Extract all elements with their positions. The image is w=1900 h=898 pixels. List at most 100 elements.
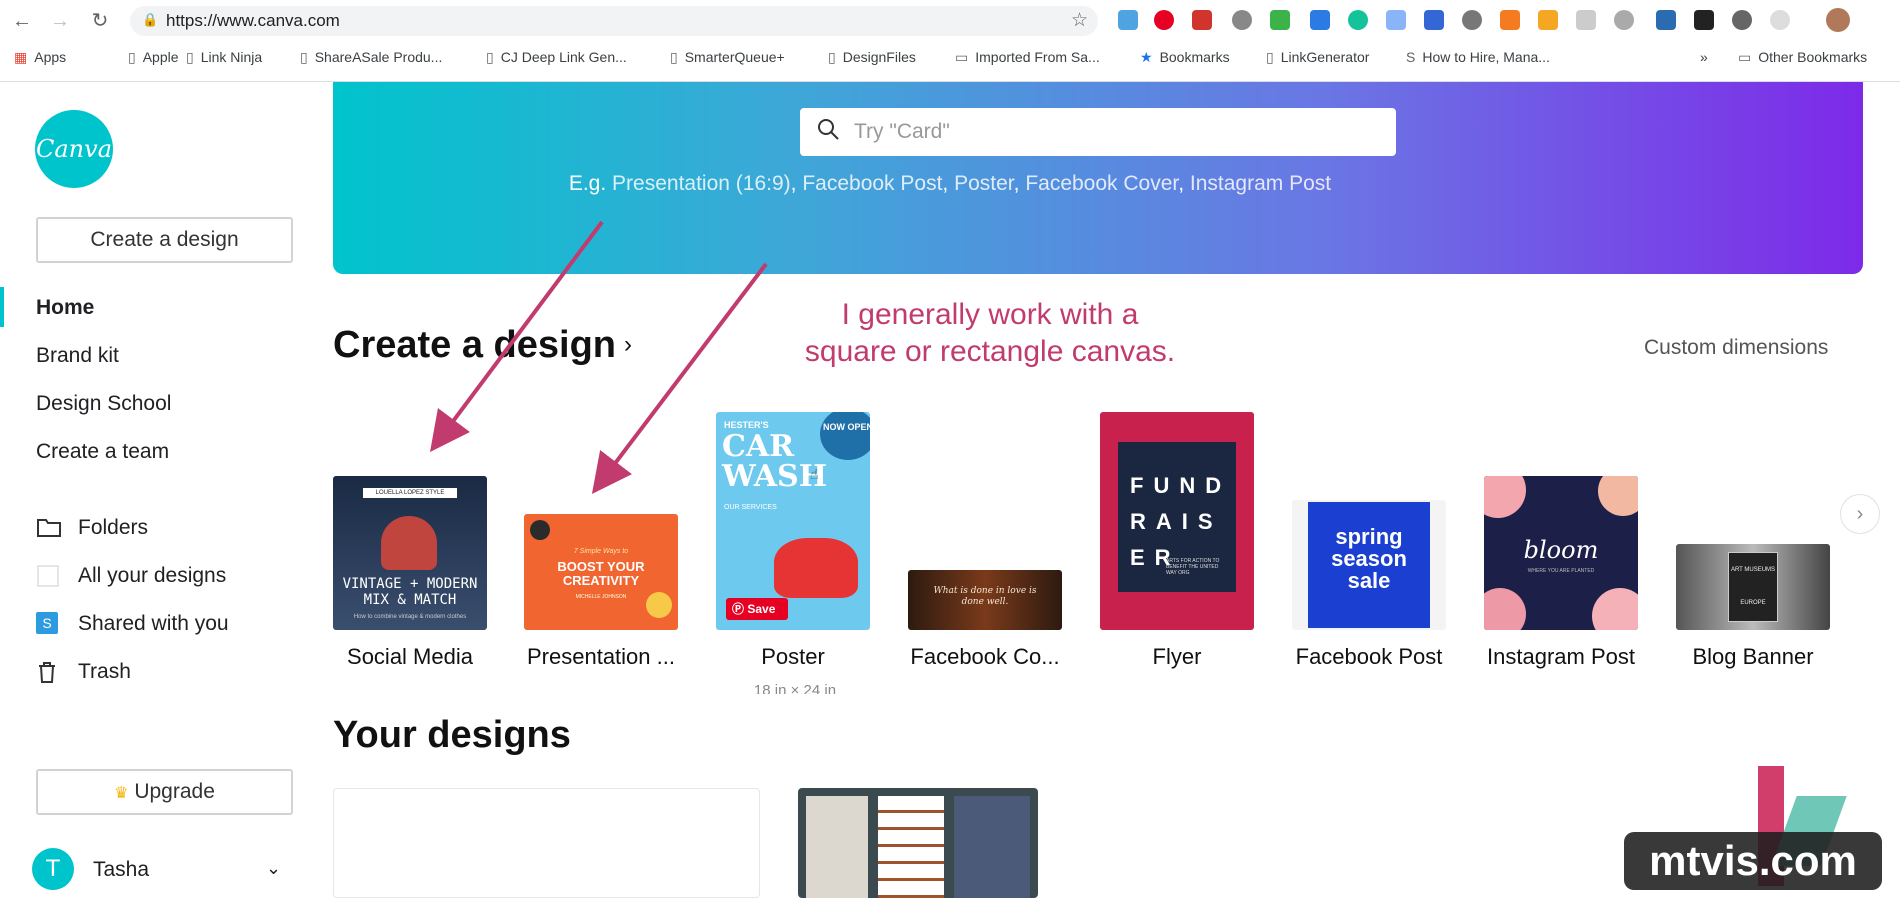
grammarly-icon[interactable]: [1348, 10, 1368, 30]
template-instagram-post[interactable]: bloom WHERE YOU ARE PLANTED: [1484, 476, 1638, 630]
sidebar-item-all-designs[interactable]: All your designs: [78, 564, 226, 588]
s-icon: S: [1406, 49, 1416, 65]
bookmark-label: How to Hire, Mana...: [1422, 49, 1550, 65]
extension-icon[interactable]: [1232, 10, 1252, 30]
example-link[interactable]: Instagram Post: [1190, 172, 1331, 195]
extension-icon[interactable]: [1538, 10, 1558, 30]
pinterest-extension-icon[interactable]: [1154, 10, 1174, 30]
sidebar-item-trash[interactable]: Trash: [78, 660, 131, 684]
template-label[interactable]: Blog Banner: [1668, 644, 1838, 670]
upgrade-button[interactable]: ♛ Upgrade: [36, 769, 293, 815]
example-link[interactable]: Facebook Post: [802, 172, 942, 195]
create-design-button[interactable]: Create a design: [36, 217, 293, 263]
extension-icon[interactable]: [1732, 10, 1752, 30]
reload-icon[interactable]: ↻: [88, 9, 112, 33]
create-design-heading[interactable]: Create a design ›: [333, 324, 632, 367]
car-illustration: [774, 538, 858, 598]
eyedropper-extension-icon[interactable]: [1656, 10, 1676, 30]
bookmarks-overflow[interactable]: »: [1700, 49, 1708, 65]
template-social-media[interactable]: LOUELLA LOPEZ STYLE VINTAGE + MODERN MIX…: [333, 476, 487, 630]
settings-extension-icon[interactable]: [1462, 10, 1482, 30]
upgrade-label: Upgrade: [134, 780, 215, 803]
extension-icon[interactable]: [1576, 10, 1596, 30]
bookmark-label: Apple: [142, 49, 179, 65]
address-bar[interactable]: 🔒 https://www.canva.com ☆: [130, 6, 1098, 36]
code-extension-icon[interactable]: [1310, 10, 1330, 30]
link-extension-icon[interactable]: [1386, 10, 1406, 30]
template-label[interactable]: Flyer: [1092, 644, 1262, 670]
user-name[interactable]: Tasha: [93, 858, 149, 882]
pinterest-icon: Ⓟ: [732, 602, 745, 616]
bookmark-item[interactable]: ▯ LinkGenerator: [1266, 49, 1369, 66]
extension-icon[interactable]: [1192, 10, 1212, 30]
flower-shape: [1484, 588, 1526, 630]
bookmark-item[interactable]: ▯ Link Ninja: [186, 49, 262, 66]
page-icon: ▯: [486, 49, 494, 65]
nav-create-team[interactable]: Create a team: [36, 440, 169, 464]
flower-shape: [1598, 476, 1638, 516]
sidebar-item-shared[interactable]: Shared with you: [78, 612, 229, 636]
template-facebook-cover[interactable]: What is done in love is done well.: [908, 570, 1062, 630]
your-designs-heading: Your designs: [333, 714, 571, 756]
forward-icon[interactable]: →: [48, 9, 72, 33]
bookmark-item[interactable]: ▯ Apple: [128, 49, 179, 66]
template-label[interactable]: Facebook Post: [1284, 644, 1454, 670]
square-icon: [36, 564, 62, 588]
chart-extension-icon[interactable]: [1500, 10, 1520, 30]
pinterest-save-button[interactable]: Ⓟ Save: [726, 598, 788, 620]
sidebar-item-folders[interactable]: Folders: [78, 516, 148, 540]
search-input[interactable]: Try "Card": [800, 108, 1396, 156]
colorful-extension-icon[interactable]: [1270, 10, 1290, 30]
template-label[interactable]: Presentation ...: [516, 644, 686, 670]
design-thumbnail[interactable]: [798, 788, 1038, 898]
example-link[interactable]: Facebook Cover: [1025, 172, 1178, 195]
bookmark-star-icon[interactable]: ☆: [1071, 9, 1088, 32]
carousel-next-button[interactable]: ›: [1840, 494, 1880, 534]
extension-icon[interactable]: [1118, 10, 1138, 30]
poster-dimensions: 18 in × 24 in: [753, 682, 837, 694]
save-label: Save: [747, 602, 776, 616]
back-icon[interactable]: ←: [10, 9, 34, 33]
design-thumbnail[interactable]: [333, 788, 760, 898]
template-label[interactable]: Social Media: [325, 644, 495, 670]
flower-shape: [1484, 476, 1526, 518]
example-link[interactable]: Poster: [954, 172, 1014, 195]
extension-icon[interactable]: [1614, 10, 1634, 30]
bookmark-item[interactable]: S How to Hire, Mana...: [1406, 49, 1550, 65]
bookmark-item[interactable]: ▯ SmarterQueue+: [670, 49, 785, 66]
bookmark-item[interactable]: ▭ Imported From Sa...: [955, 49, 1100, 66]
bookmark-item[interactable]: ▯ DesignFiles: [828, 49, 916, 66]
other-bookmarks[interactable]: ▭ Other Bookmarks: [1738, 49, 1867, 66]
template-art-text: CAR WASH: [722, 429, 828, 494]
template-art-text: WHERE YOU ARE PLANTED: [1527, 568, 1595, 574]
chevron-down-icon[interactable]: ⌄: [266, 858, 281, 879]
search-examples: E.g. Presentation (16:9), Facebook Post,…: [568, 172, 1332, 195]
template-label[interactable]: Poster: [708, 644, 878, 670]
trash-icon: [36, 660, 62, 684]
avatar[interactable]: T: [32, 848, 74, 890]
nav-design-school[interactable]: Design School: [36, 392, 171, 416]
template-poster[interactable]: HESTER'S NOW OPEN CAR WASH OUR SERVICES …: [716, 412, 870, 630]
template-art-text: 7 Simple Ways to: [573, 548, 629, 555]
template-label[interactable]: Facebook Co...: [900, 644, 1070, 670]
bookmark-label: LinkGenerator: [1280, 49, 1370, 65]
heading-text: Create a design: [333, 324, 616, 366]
extension-icon[interactable]: [1424, 10, 1444, 30]
template-blog-banner[interactable]: ART MUSEUMS EUROPE: [1676, 544, 1830, 630]
nav-home[interactable]: Home: [36, 296, 94, 320]
folder-icon: ▭: [955, 49, 969, 65]
bookmark-item[interactable]: ▯ CJ Deep Link Gen...: [486, 49, 627, 66]
nav-brand-kit[interactable]: Brand kit: [36, 344, 119, 368]
bookmark-item[interactable]: ★ Bookmarks: [1140, 49, 1230, 66]
info-extension-icon[interactable]: [1770, 10, 1790, 30]
camera-extension-icon[interactable]: [1694, 10, 1714, 30]
example-link[interactable]: Presentation (16:9): [612, 172, 791, 195]
template-label[interactable]: Instagram Post: [1476, 644, 1646, 670]
bookmark-item[interactable]: ▦ Apps: [14, 49, 66, 66]
template-flyer[interactable]: FUND RAIS ER ARTS FOR ACTION TO BENEFIT …: [1100, 412, 1254, 630]
profile-avatar-icon[interactable]: [1826, 8, 1850, 32]
template-facebook-post[interactable]: spring season sale: [1292, 500, 1446, 630]
template-presentation[interactable]: 7 Simple Ways to BOOST YOUR CREATIVITY M…: [524, 514, 678, 630]
bookmark-item[interactable]: ▯ ShareASale Produ...: [300, 49, 442, 66]
custom-dimensions-link[interactable]: Custom dimensions: [1644, 336, 1828, 360]
